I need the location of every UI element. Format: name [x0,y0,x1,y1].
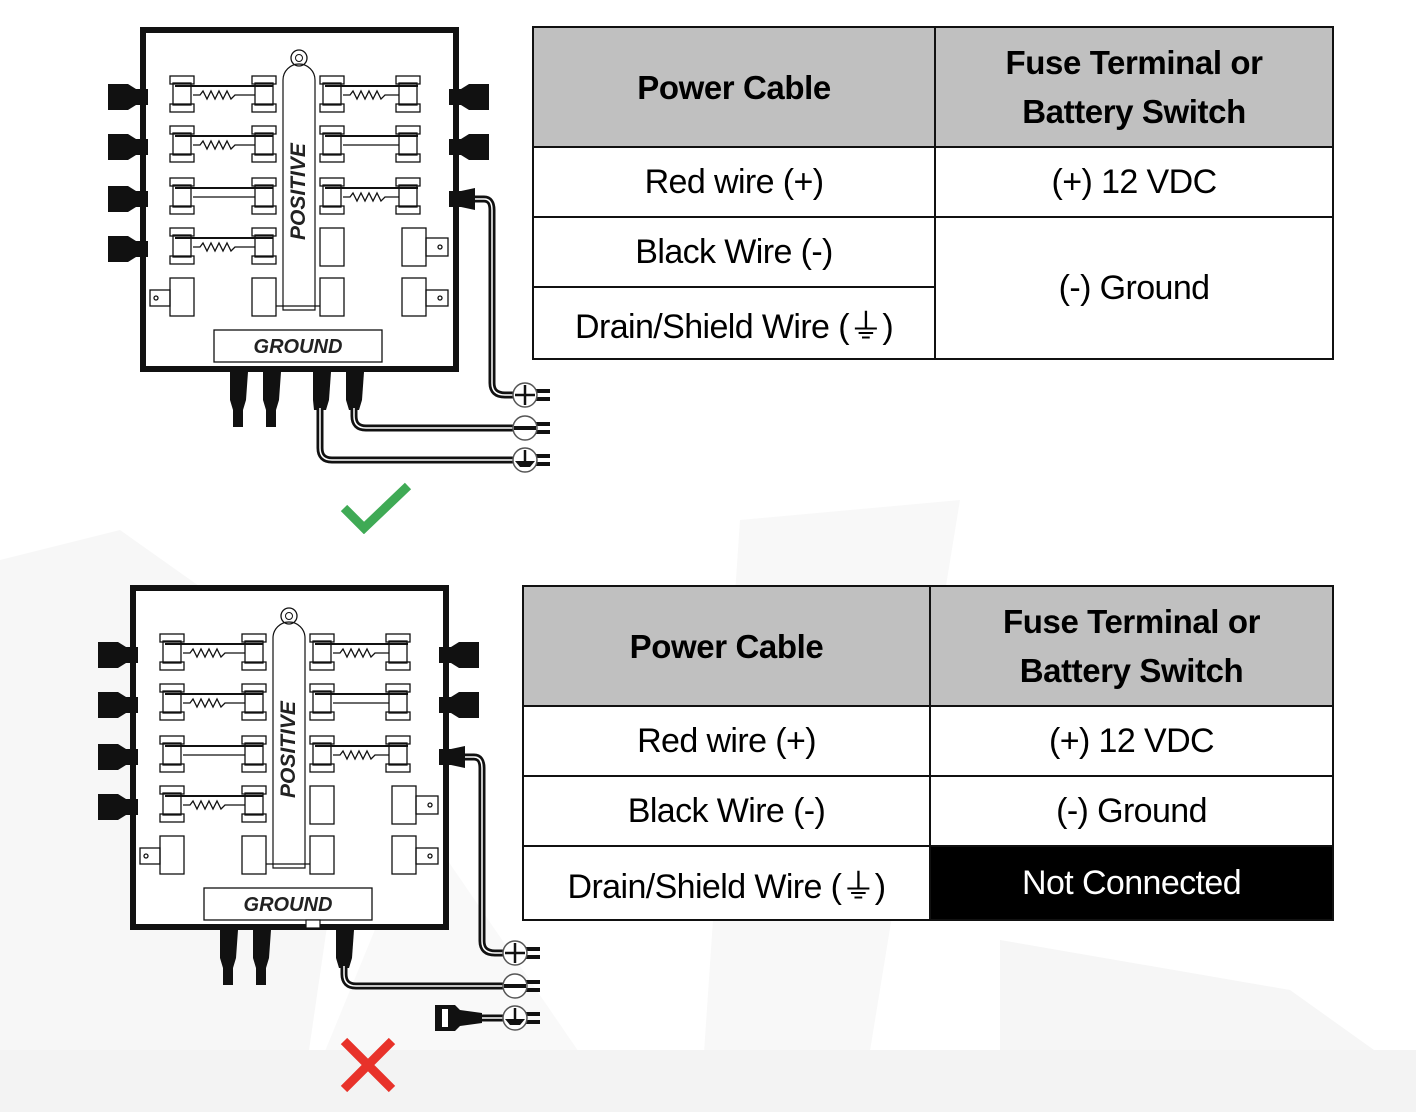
black-wire-cable [350,408,520,432]
header-fuse-terminal: Fuse Terminal or Battery Switch [929,585,1334,707]
bottom-connectors [230,372,364,427]
drain-wire-cable [316,408,520,464]
header-power-cable: Power Cable [531,26,937,148]
fuse-block-diagram-incorrect: POSITIVE GROUND [98,585,540,1031]
table-row: Drain/Shield Wire (⏚) Not Connected [521,845,1334,921]
table-row: Black Wire (-) (-) Ground [531,216,1334,360]
terminal-negative-icon [502,973,540,999]
cell-drain-wire: Drain/Shield Wire (⏚) [521,845,932,921]
cell-ground: (-) Ground [929,775,1334,847]
terminal-positive-icon [512,382,550,408]
table-header-row: Power Cable Fuse Terminal or Battery Swi… [531,26,1334,148]
disconnected-drain-plug [435,1005,482,1031]
incorrect-wiring-panel: POSITIVE GROUND Power Cable Fuse Termina… [0,560,1416,1112]
correct-wiring-panel: POSITIVE GROUND Power Cable Fuse Termina… [0,0,1416,540]
cell-black-wire: Black Wire (-) [521,775,932,847]
black-wire-cable [340,966,510,990]
cell-ground-merged: (-) Ground [934,216,1334,360]
cell-not-connected: Not Connected [929,845,1334,921]
right-connectors [439,642,479,768]
cell-red-wire: Red wire (+) [521,705,932,777]
terminal-positive-icon [502,940,540,966]
x-mark-icon [340,1037,396,1093]
terminal-ground-icon [512,447,550,473]
fuse-block-diagram-correct: POSITIVE GROUND [108,27,550,473]
check-mark-icon [340,482,412,534]
table-row: Red wire (+) (+) 12 VDC [531,146,1334,218]
wiring-table-incorrect: Power Cable Fuse Terminal or Battery Swi… [521,585,1334,921]
cell-red-wire: Red wire (+) [531,146,937,218]
header-fuse-terminal: Fuse Terminal or Battery Switch [934,26,1334,148]
terminal-negative-icon [512,415,550,441]
ground-label: GROUND [254,336,343,358]
red-wire-cable [465,753,510,957]
positive-label: POSITIVE [287,142,310,240]
cell-drain-wire: Drain/Shield Wire (⏚) [531,286,937,360]
positive-label: POSITIVE [277,700,300,798]
red-wire-cable [475,195,520,399]
table-row: Red wire (+) (+) 12 VDC [521,705,1334,777]
cell-12vdc: (+) 12 VDC [929,705,1334,777]
wiring-table-correct: Power Cable Fuse Terminal or Battery Swi… [531,26,1334,360]
right-connectors [449,84,489,210]
table-header-row: Power Cable Fuse Terminal or Battery Swi… [521,585,1334,707]
table-row: Black Wire (-) (-) Ground [521,775,1334,847]
cell-12vdc: (+) 12 VDC [934,146,1334,218]
header-power-cable: Power Cable [521,585,932,707]
ground-label: GROUND [244,894,333,916]
terminal-ground-icon [502,1005,540,1031]
cell-black-wire: Black Wire (-) [531,216,937,288]
bottom-connectors [220,930,354,985]
